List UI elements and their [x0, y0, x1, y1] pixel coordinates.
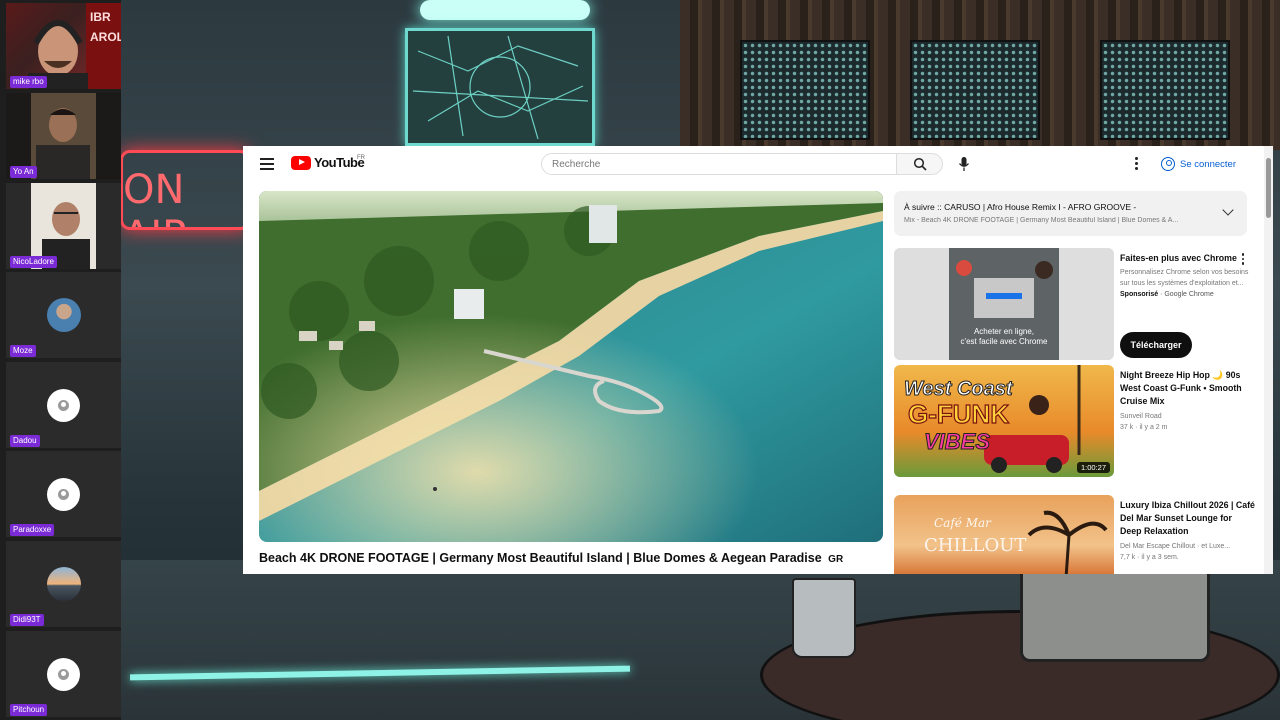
avatar	[47, 478, 80, 511]
participant-tile[interactable]: Moze	[6, 272, 121, 358]
thumb-text: Café Mar	[934, 516, 992, 530]
youtube-logo[interactable]: YouTube FR	[291, 155, 365, 170]
video-card[interactable]: West Coast G-FUNK VIBES 1:00:27 Night Br…	[894, 365, 1264, 477]
ad-meta: Faites-en plus avec Chrome Personnalisez…	[1120, 252, 1255, 298]
video-stats: 37 k · il y a 2 m	[1120, 424, 1168, 431]
ad-thumbnail: Acheter en ligne, c'est facile avec Chro…	[894, 248, 1114, 360]
rec-title: Night Breeze Hip Hop 🌙 90s West Coast G-…	[1120, 370, 1242, 406]
video-title: Beach 4K DRONE FOOTAGE | Germany Most Be…	[259, 551, 843, 565]
region-code: FR	[357, 155, 365, 161]
map-screen	[405, 28, 595, 146]
duration-badge: 1:00:27	[1076, 462, 1110, 473]
participant-tile[interactable]: Dadou	[6, 362, 121, 448]
ad-description: Personnalisez Chrome selon vos besoins s…	[1120, 269, 1249, 287]
sponsored-card[interactable]: Acheter en ligne, c'est facile avec Chro…	[894, 248, 1264, 360]
chill-mug	[792, 578, 856, 658]
video-stats: 7,7 k · il y a 3 sem.	[1120, 554, 1179, 561]
participant-tile[interactable]: IBR AROL mike rbo	[6, 3, 121, 89]
thumb-text: G-FUNK	[908, 399, 1009, 429]
more-vert-icon[interactable]	[1240, 252, 1246, 266]
person-icon	[58, 400, 69, 411]
avatar	[47, 389, 80, 422]
channel-name: Del Mar Escape Chillout · et Luxe...	[1120, 543, 1231, 550]
chevron-down-icon[interactable]	[1222, 204, 1234, 216]
video-title-text: Beach 4K DRONE FOOTAGE | Germany Most Be…	[259, 551, 822, 565]
flag-label: GR	[828, 554, 844, 565]
avatar	[47, 298, 81, 332]
participant-tile[interactable]: Didi93T	[6, 541, 121, 627]
rec-title: Luxury Ibiza Chillout 2026 | Café Del Ma…	[1120, 500, 1255, 536]
search-box[interactable]	[541, 153, 897, 175]
channel-name: Sunveil Road	[1120, 413, 1162, 420]
scrollbar-thumb[interactable]	[1266, 158, 1271, 218]
person-icon	[58, 669, 69, 680]
participant-tile[interactable]: Paradoxxe	[6, 451, 121, 537]
thumb-text: VIBES	[924, 429, 990, 454]
voice-search-button[interactable]	[954, 154, 974, 174]
queue-title: À suivre :: CARUSO | Afro House Remix I …	[904, 202, 1137, 212]
video-frame	[259, 191, 883, 542]
hamburger-icon[interactable]	[260, 158, 274, 170]
participant-name: Didi93T	[10, 614, 44, 626]
search-button[interactable]	[897, 153, 943, 175]
youtube-header: YouTube FR Se connecter	[243, 146, 1273, 184]
video-thumbnail: Café Mar CHILLOUT	[894, 495, 1114, 574]
account-circle-icon	[1161, 157, 1175, 171]
youtube-window: YouTube FR Se connecter	[243, 146, 1273, 574]
rec-title: Faites-en plus avec Chrome	[1120, 253, 1237, 263]
sponsor-label: Sponsorisé	[1120, 291, 1159, 298]
signin-button[interactable]: Se connecter	[1161, 154, 1236, 174]
participant-name: Paradoxxe	[10, 524, 55, 536]
speaker-panel	[1100, 40, 1230, 140]
ad-caption: Acheter en ligne,	[974, 327, 1034, 336]
avatar	[47, 658, 80, 691]
download-button[interactable]: Télécharger	[1120, 332, 1192, 358]
svg-text:IBR: IBR	[90, 10, 111, 24]
participant-name: Yo An	[10, 166, 37, 178]
participant-name: Dadou	[10, 435, 40, 447]
thumb-text: CHILLOUT	[924, 535, 1026, 556]
participant-tile[interactable]: NicoLadore	[6, 183, 121, 269]
queue-subtitle: Mix - Beach 4K DRONE FOOTAGE | Germany M…	[904, 217, 1179, 224]
video-meta: Luxury Ibiza Chillout 2026 | Café Del Ma…	[1120, 499, 1255, 561]
up-next-queue[interactable]: À suivre :: CARUSO | Afro House Remix I …	[894, 191, 1247, 236]
vintage-radio	[1020, 562, 1210, 662]
participant-name: Moze	[10, 345, 36, 357]
participant-tile[interactable]: Yo An	[6, 93, 121, 179]
participant-name: mike rbo	[10, 76, 47, 88]
participant-name: Pitchoun	[10, 704, 48, 716]
search-icon	[913, 157, 927, 171]
on-air-sign: ON AIR	[120, 150, 250, 230]
search-input[interactable]	[552, 159, 852, 170]
ad-caption: c'est facile avec Chrome	[961, 337, 1048, 346]
avatar	[47, 567, 81, 601]
speaker-panel	[740, 40, 870, 140]
svg-text:AROL: AROL	[90, 30, 121, 44]
scrollbar[interactable]	[1264, 146, 1273, 574]
participants-panel: IBR AROL mike rbo Yo An NicoLadore Moze …	[0, 0, 121, 720]
youtube-logo-icon	[291, 155, 311, 170]
participant-tile[interactable]: Pitchoun	[6, 631, 121, 717]
neon-light	[420, 0, 590, 20]
video-meta: Night Breeze Hip Hop 🌙 90s West Coast G-…	[1120, 369, 1255, 431]
person-icon	[58, 489, 69, 500]
speaker-panel	[910, 40, 1040, 140]
video-card[interactable]: Café Mar CHILLOUT Luxury Ibiza Chillout …	[894, 495, 1264, 574]
ad-sponsor: Sponsorisé · Google Chrome	[1120, 291, 1214, 298]
sponsor-name: Google Chrome	[1164, 291, 1214, 298]
signin-label: Se connecter	[1180, 158, 1236, 170]
video-player[interactable]	[259, 191, 883, 542]
thumb-text: West Coast	[904, 378, 1014, 400]
participant-name: NicoLadore	[10, 256, 57, 268]
more-vert-icon[interactable]	[1132, 156, 1140, 172]
video-thumbnail: West Coast G-FUNK VIBES 1:00:27	[894, 365, 1114, 477]
mic-icon	[958, 157, 970, 171]
